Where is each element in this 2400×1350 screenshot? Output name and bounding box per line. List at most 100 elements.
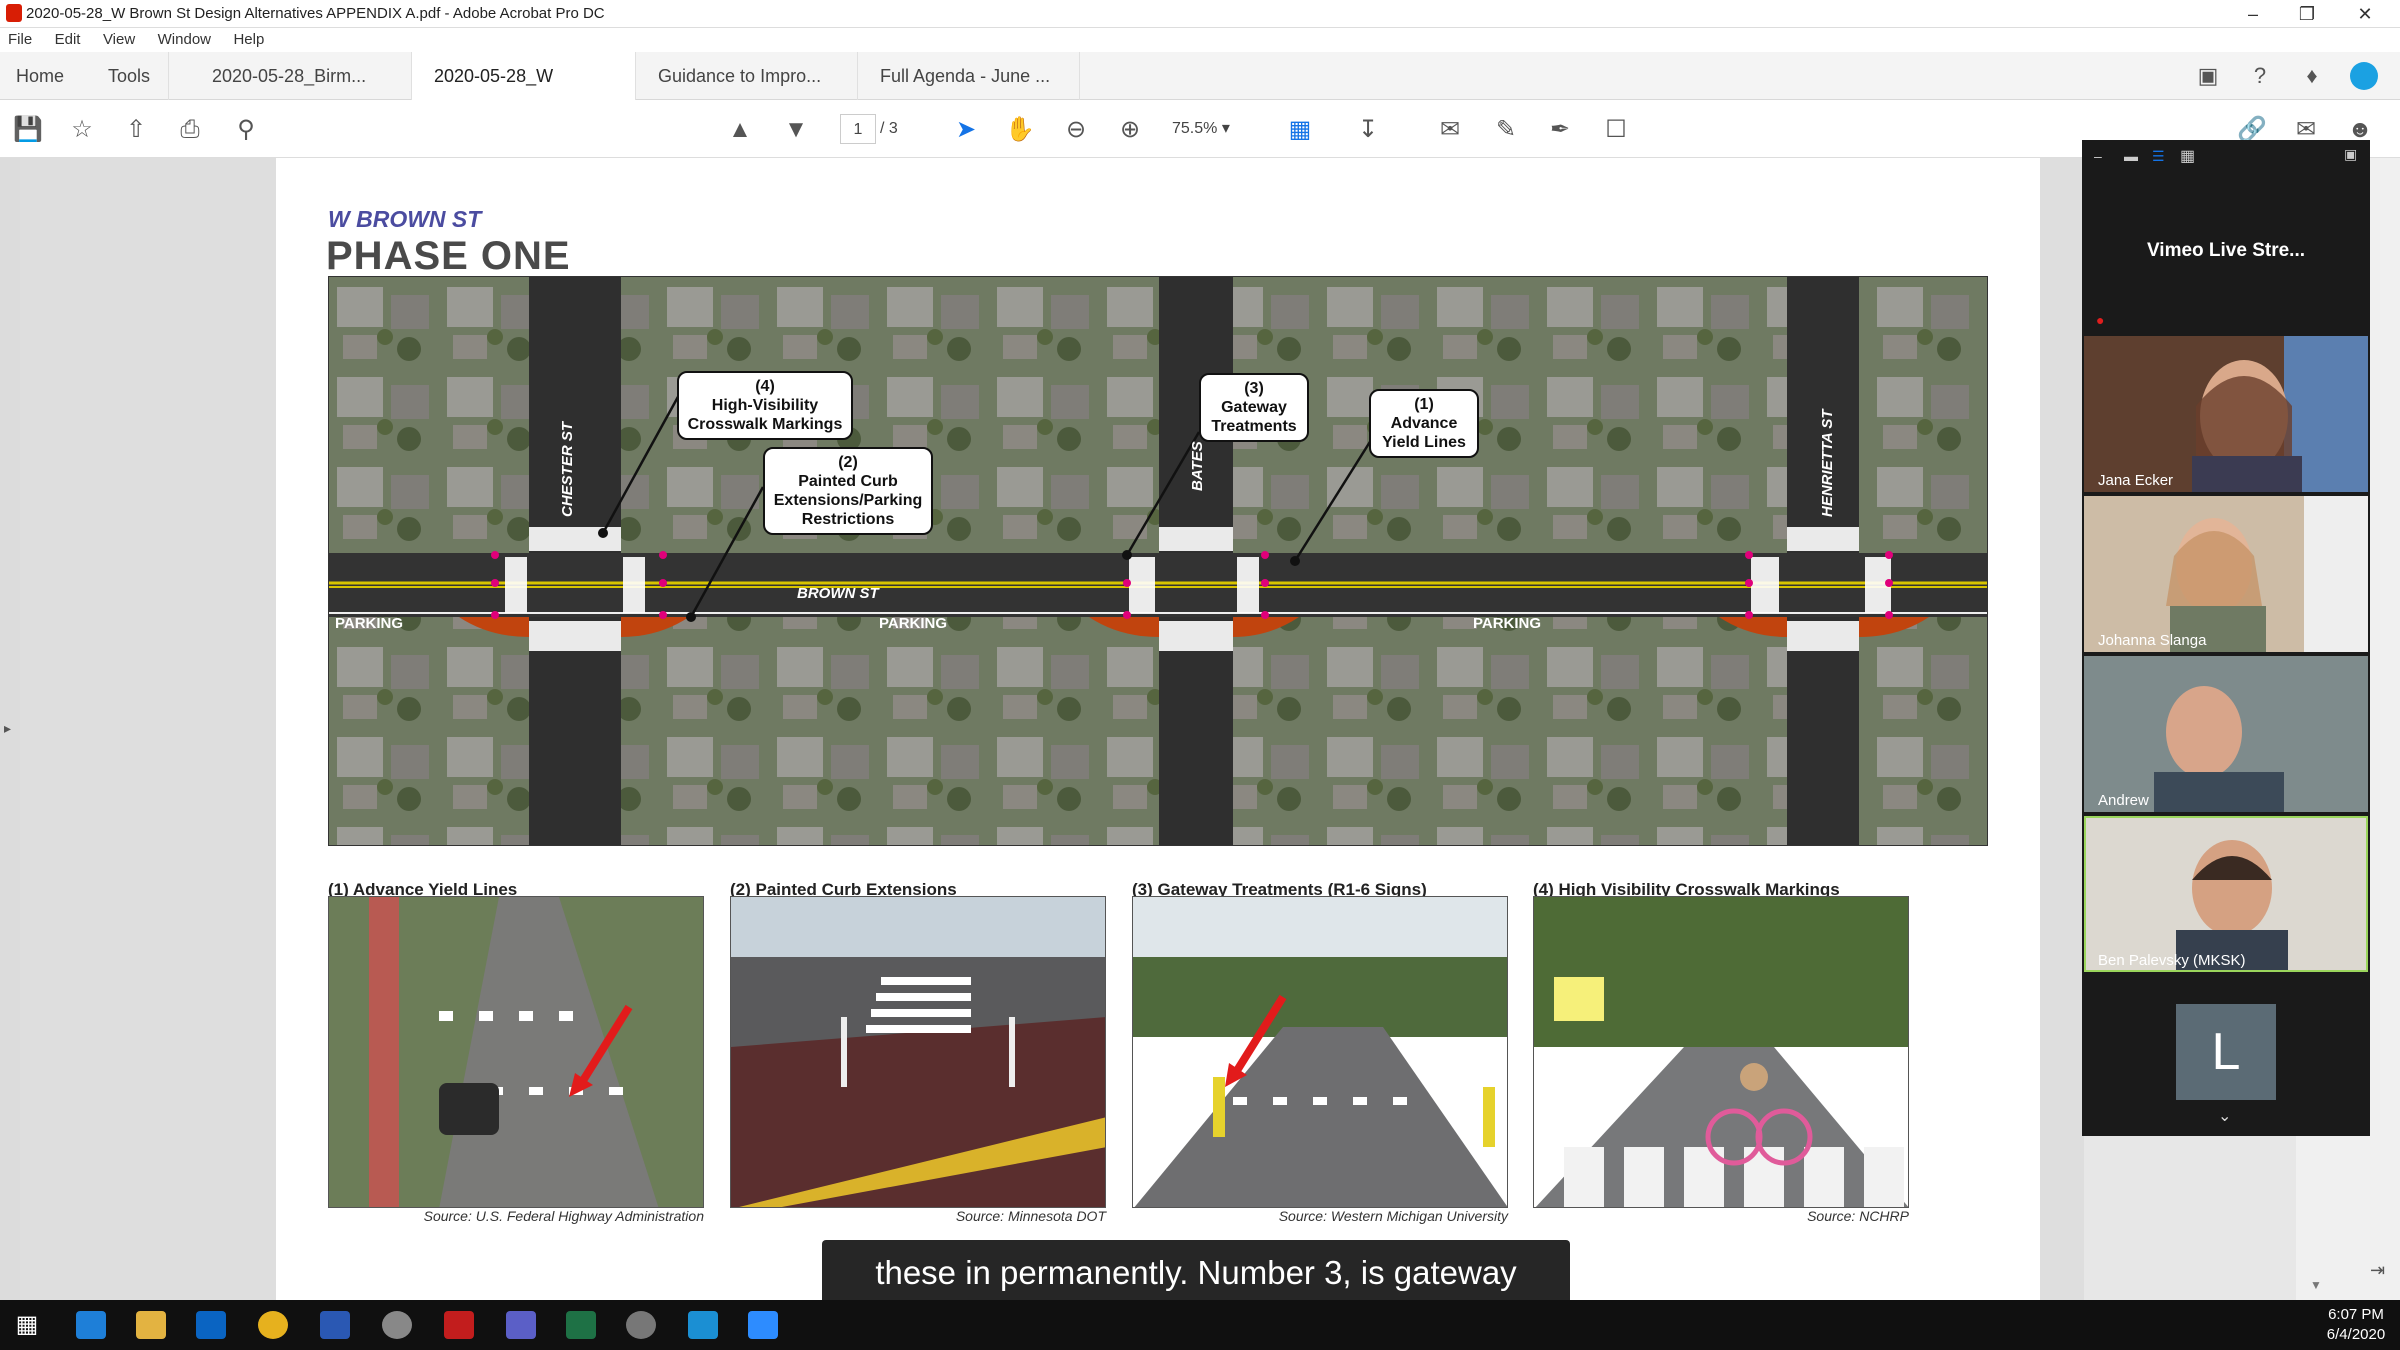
parking-label: PARKING [1473, 615, 1542, 632]
expand-arrow-icon[interactable]: ▸ [4, 720, 11, 737]
acrobat-taskbar-icon[interactable] [444, 1311, 474, 1339]
word-icon[interactable] [320, 1311, 350, 1339]
upload-icon[interactable]: ⇧ [120, 114, 152, 146]
exit-fullscreen-icon[interactable]: ▣ [2344, 146, 2357, 163]
outlook-icon[interactable] [196, 1311, 226, 1339]
participant-name: Andrew [2098, 792, 2149, 809]
acrobat-icon [6, 4, 22, 22]
edge-icon[interactable] [76, 1311, 106, 1339]
zoom-select[interactable]: 75.5% ▾ [1172, 114, 1252, 144]
tab-home[interactable]: Home [0, 52, 80, 100]
tag-icon[interactable]: ☐ [1600, 114, 1632, 146]
menu-window[interactable]: Window [158, 31, 211, 48]
parking-label: PARKING [335, 615, 404, 632]
avatar[interactable] [2350, 62, 2378, 90]
aerial-map: (4) High-Visibility Crosswalk Markings (… [328, 276, 1988, 846]
scroll-down-icon[interactable]: ▼ [2310, 1278, 2322, 1292]
parking-label: PARKING [879, 615, 948, 632]
help-icon[interactable]: ? [2246, 62, 2274, 90]
street-label-henrietta: HENRIETTA ST [1819, 409, 1836, 518]
example-photo-curb-extensions [730, 896, 1106, 1208]
participant-video-johanna[interactable] [2084, 496, 2368, 652]
example-photo-gateway-treatments [1132, 896, 1508, 1208]
tab-document-2[interactable]: 2020-05-28_W Bro...✕ [412, 52, 636, 134]
menu-edit[interactable]: Edit [55, 31, 81, 48]
street-label-brown: BROWN ST [797, 585, 879, 602]
scroll-mode-icon[interactable]: ↧ [1352, 114, 1384, 146]
chrome-icon[interactable] [258, 1311, 288, 1339]
tab-label: 2020-05-28_Birm... [212, 66, 367, 86]
fit-page-icon[interactable]: ▦ [1284, 114, 1316, 146]
next-page-icon[interactable]: ▼ [780, 114, 812, 146]
close-icon[interactable]: ✕ [2348, 2, 2382, 26]
video-call-panel: – ▬ ☰ ▦ ▣ Vimeo Live Stre... ● Jana Ecke… [2082, 140, 2370, 1136]
clock-date: 6/4/2020 [2326, 1326, 2386, 1343]
star-icon[interactable]: ☆ [66, 114, 98, 146]
callout-painted-curb-extensions: (2) Painted Curb Extensions/Parking Rest… [763, 447, 933, 535]
strip-view-icon[interactable]: ☰ [2152, 148, 2165, 165]
muted-mic-icon: ● [2096, 312, 2105, 328]
photo-source: Source: Minnesota DOT [955, 1208, 1106, 1224]
comment-bubble-icon[interactable]: ▣ [2194, 62, 2222, 90]
select-arrow-icon[interactable]: ➤ [950, 114, 982, 146]
tab-tools[interactable]: Tools [90, 52, 170, 100]
example-photo-crosswalk-markings [1533, 896, 1909, 1208]
search-icon[interactable]: ⚲ [230, 114, 262, 146]
vimeo-livestream-title: Vimeo Live Stre... [2146, 240, 2306, 261]
participant-video-andrew[interactable] [2084, 656, 2368, 812]
save-icon[interactable]: 💾 [12, 114, 44, 146]
comment-icon[interactable]: ✉ [1434, 114, 1466, 146]
menu-file[interactable]: File [8, 31, 32, 48]
example-photo-yield-lines [328, 896, 704, 1208]
chevron-down-icon[interactable]: ⌄ [2218, 1106, 2231, 1126]
photo-source: Source: Western Michigan University [1278, 1208, 1508, 1224]
minimize-icon[interactable]: – [2236, 2, 2270, 26]
gallery-view-icon[interactable]: ▦ [2180, 146, 2195, 166]
speaker-view-icon[interactable]: ▬ [2124, 148, 2138, 164]
tab-document-3[interactable]: Guidance to Impro... [636, 52, 858, 100]
menu-help[interactable]: Help [233, 31, 264, 48]
participant-avatar[interactable]: L [2176, 1004, 2276, 1100]
windows-start-icon[interactable]: ▦ [12, 1311, 42, 1339]
sign-icon[interactable]: ✒ [1544, 114, 1576, 146]
hand-icon[interactable]: ✋ [1004, 114, 1036, 146]
tab-document-4[interactable]: Full Agenda - June ... [858, 52, 1080, 100]
maximize-icon[interactable]: ❐ [2290, 2, 2324, 26]
participant-video-jana[interactable] [2084, 336, 2368, 492]
app-icon[interactable] [626, 1311, 656, 1339]
photo-source: Source: NCHRP [1807, 1208, 1909, 1224]
callout-advance-yield-lines: (1) Advance Yield Lines [1369, 389, 1479, 458]
title-bar: 2020-05-28_W Brown St Design Alternative… [0, 0, 2400, 28]
street-heading: W BROWN ST [328, 206, 482, 232]
phase-heading: PHASE ONE [326, 234, 571, 278]
menu-bar: File Edit View Window Help [0, 28, 2400, 52]
zoom-in-icon[interactable]: ⊕ [1114, 114, 1146, 146]
previous-page-icon[interactable]: ▲ [724, 114, 756, 146]
tab-label: Full Agenda - June ... [880, 66, 1051, 86]
clock-time: 6:07 PM [2328, 1306, 2384, 1323]
print-icon[interactable]: ⎙ [174, 114, 206, 146]
page-number-input[interactable]: 1 [840, 114, 876, 144]
chevron-down-icon: ▾ [1221, 120, 1230, 137]
app-icon[interactable] [688, 1311, 718, 1339]
navigation-pane-toggle[interactable]: ▸ [0, 158, 20, 1300]
tab-document-1[interactable]: 2020-05-28_Birm... [190, 52, 412, 100]
taskbar-clock[interactable]: 6:07 PM 6/4/2020 [2316, 1305, 2396, 1345]
participant-name: Ben Palevsky (MKSK) [2098, 952, 2246, 969]
collapse-pane-icon[interactable]: ⇥ [2370, 1260, 2385, 1281]
tab-bar: Home Tools 2020-05-28_Birm... 2020-05-28… [0, 52, 2400, 134]
excel-icon[interactable] [566, 1311, 596, 1339]
teams-icon[interactable] [506, 1311, 536, 1339]
closed-caption: these in permanently. Number 3, is gatew… [822, 1240, 1570, 1306]
minimize-icon[interactable]: – [2094, 148, 2102, 164]
app-icon[interactable] [382, 1311, 412, 1339]
zoom-icon[interactable] [748, 1311, 778, 1339]
menu-view[interactable]: View [103, 31, 135, 48]
highlight-pen-icon[interactable]: ✎ [1490, 114, 1522, 146]
file-explorer-icon[interactable] [136, 1311, 166, 1339]
tab-label: Guidance to Impro... [658, 66, 822, 86]
zoom-out-icon[interactable]: ⊖ [1060, 114, 1092, 146]
bell-icon[interactable]: ♦ [2298, 62, 2326, 90]
participant-video-ben[interactable] [2084, 816, 2368, 972]
street-label-bates: BATES [1189, 441, 1206, 491]
